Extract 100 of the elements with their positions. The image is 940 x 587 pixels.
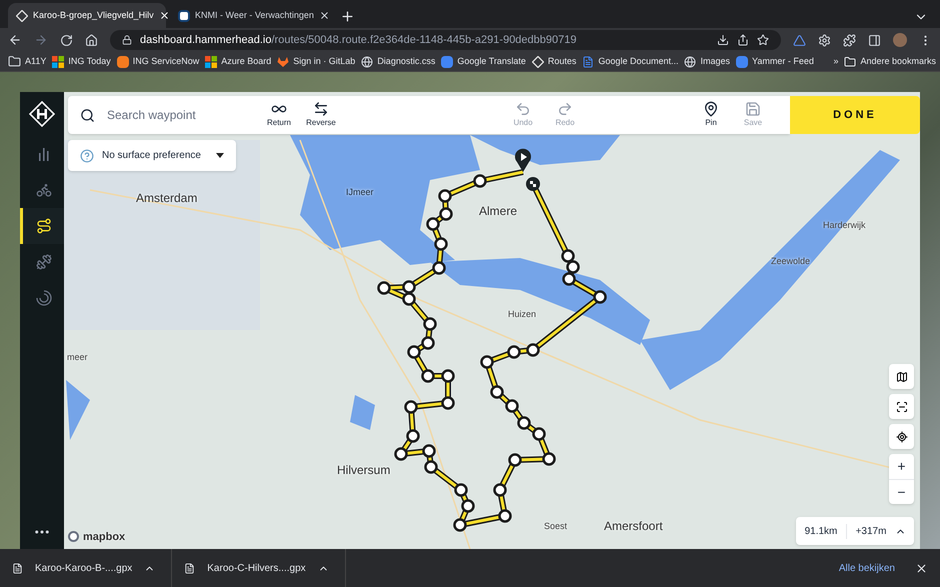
map-place-label: Zeewolde (770, 255, 812, 268)
done-button[interactable]: DONE (790, 96, 920, 134)
waypoint-marker[interactable] (421, 336, 435, 350)
map-place-label: IJmeer (345, 186, 375, 199)
waypoint-marker[interactable] (561, 249, 575, 263)
bookmark-link[interactable]: A11Y (8, 54, 46, 68)
browser-tab[interactable]: KNMI - Weer - Verwachtingen (170, 3, 328, 28)
waypoint-marker[interactable] (422, 444, 436, 458)
waypoint-marker[interactable] (505, 399, 519, 413)
waypoint-marker[interactable] (441, 369, 455, 383)
waypoint-marker[interactable] (593, 290, 607, 304)
waypoint-marker[interactable] (532, 427, 546, 441)
waypoint-marker[interactable] (407, 345, 421, 359)
toolbar-button[interactable]: Return (258, 101, 300, 129)
grid-logo-icon (205, 56, 218, 68)
waypoint-marker[interactable] (493, 483, 507, 497)
grid-logo-icon (52, 56, 64, 68)
waypoint-marker[interactable] (394, 447, 408, 461)
bookmark-link[interactable]: Google Translate (441, 54, 526, 68)
waypoint-marker[interactable] (377, 281, 391, 295)
locate-button[interactable] (889, 424, 914, 449)
browser-tab[interactable]: Karoo-B-groep_Vliegveld_Hilv (8, 3, 166, 28)
start-flag-marker[interactable] (515, 148, 531, 172)
waypoint-marker[interactable] (404, 400, 418, 414)
bookmark-link[interactable]: Yammer - Feed (736, 54, 814, 68)
reload-icon[interactable] (60, 34, 73, 46)
search-input[interactable]: Search waypoint (107, 106, 247, 124)
waypoint-marker[interactable] (441, 396, 455, 410)
address-bar[interactable]: dashboard.hammerhead.io/routes/50048.route.f2e364de-1148-445b-a291-90dedbb90719 (110, 30, 781, 50)
share-icon[interactable] (737, 34, 749, 46)
surface-dropdown[interactable]: No surface preference (68, 140, 236, 171)
waypoint-marker[interactable] (498, 509, 512, 523)
home-icon[interactable] (85, 34, 98, 46)
back-icon[interactable] (8, 33, 22, 47)
bookmark-link[interactable]: Images (684, 54, 730, 68)
waypoint-marker[interactable] (566, 260, 580, 274)
waypoint-marker[interactable] (454, 483, 468, 497)
search-icon (80, 108, 95, 122)
waypoint-marker[interactable] (423, 317, 437, 331)
close-icon[interactable] (915, 562, 928, 574)
waypoint-marker[interactable] (424, 460, 438, 474)
close-icon[interactable] (158, 10, 170, 21)
toolbar-button[interactable]: Pin (690, 101, 732, 129)
bookmark-link[interactable]: ING ServiceNow (116, 54, 200, 68)
search-field[interactable]: Search waypoint (68, 106, 258, 124)
waypoint-marker[interactable] (406, 429, 420, 443)
triangle-icon[interactable] (793, 34, 806, 46)
undo-icon (515, 101, 531, 117)
waypoint-marker[interactable] (434, 237, 448, 251)
toolbar-button[interactable]: Reverse (300, 101, 342, 129)
download-item[interactable]: Karoo-Karoo-B-....gpx (0, 549, 172, 587)
download-item[interactable]: Karoo-C-Hilvers....gpx (172, 549, 346, 587)
map-place-label: meer (66, 351, 89, 364)
pin-icon (703, 101, 719, 117)
bookmark-link[interactable]: Sign in · GitLab (277, 54, 356, 68)
fit-route-button[interactable] (889, 394, 914, 419)
waypoint-marker[interactable] (490, 385, 504, 399)
map-style-button[interactable] (889, 364, 914, 389)
waypoint-marker[interactable] (526, 343, 540, 357)
more-bookmarks-link[interactable]: » (833, 54, 838, 68)
waypoint-marker[interactable] (508, 453, 522, 467)
install-icon[interactable] (717, 34, 729, 46)
waypoint-marker[interactable] (507, 345, 521, 359)
file-icon (12, 562, 23, 574)
waypoint-marker[interactable] (421, 369, 435, 383)
forward-icon[interactable] (34, 33, 48, 47)
bookmark-link[interactable]: Azure Board (205, 54, 272, 68)
gear-icon[interactable] (818, 34, 831, 46)
waypoint-marker[interactable] (562, 272, 576, 286)
waypoint-marker[interactable] (432, 261, 446, 275)
zoom-in-button[interactable]: + (889, 454, 914, 479)
bookmark-link[interactable]: ING Today (52, 54, 111, 68)
star-icon[interactable] (757, 34, 769, 46)
bookmark-link[interactable]: Google Document... (582, 54, 678, 68)
puzzle-icon[interactable] (843, 34, 856, 46)
side-panel-icon[interactable] (868, 34, 881, 46)
waypoint-marker[interactable] (453, 518, 467, 532)
waypoint-marker[interactable] (402, 292, 416, 306)
waypoint-marker[interactable] (542, 452, 556, 466)
waypoint-marker[interactable] (439, 207, 453, 221)
bookmark-link[interactable]: Routes (532, 54, 576, 68)
waypoint-marker[interactable] (473, 174, 487, 188)
waypoint-marker[interactable] (461, 499, 475, 513)
bookmark-link[interactable]: Diagnostic.css (361, 54, 436, 68)
waypoint-marker[interactable] (438, 189, 452, 203)
water-area (350, 395, 375, 430)
waypoint-marker[interactable] (517, 416, 531, 430)
bookmark-folder[interactable]: Andere bookmarks (844, 54, 936, 68)
finish-flag-marker[interactable] (526, 177, 540, 191)
waypoint-marker[interactable] (480, 355, 494, 369)
waypoint-marker[interactable] (402, 280, 416, 294)
sidebar-tab[interactable] (20, 208, 64, 244)
fox-icon (277, 56, 290, 68)
show-all-link[interactable]: Alle bekijken (838, 560, 895, 576)
new-tab-icon[interactable] (340, 9, 355, 24)
save-icon (745, 101, 761, 117)
waypoint-marker[interactable] (426, 217, 440, 231)
elevation-value: +317m (854, 524, 888, 538)
close-icon[interactable] (318, 10, 330, 21)
zoom-out-button[interactable]: − (889, 479, 914, 504)
